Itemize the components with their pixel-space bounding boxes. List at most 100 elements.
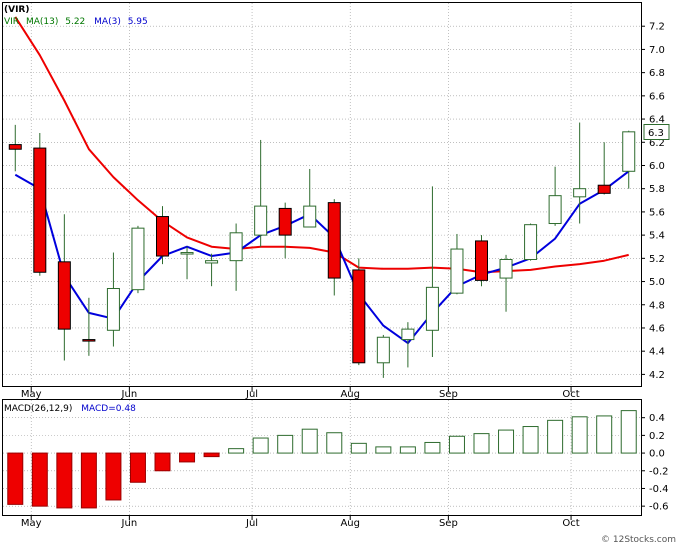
candle-down — [33, 132, 47, 276]
price-tick-label: 5.8 — [649, 184, 665, 195]
price-tick-label: 4.6 — [649, 323, 665, 334]
macd-bar — [375, 446, 392, 454]
price-tick-label: 4.8 — [649, 300, 665, 311]
macd-legend: MACD(26,12,9) MACD=0.48 — [4, 404, 136, 414]
macd-tick-label: -0.4 — [649, 484, 669, 495]
macd-bar — [252, 437, 269, 454]
month-label: Oct — [562, 389, 579, 400]
candle-body — [450, 248, 464, 294]
macd-tick-label: 0.4 — [649, 413, 665, 424]
candle-body — [205, 260, 219, 264]
price-tick-label: 7.2 — [649, 22, 665, 33]
price-tick-label: 4.4 — [649, 347, 665, 358]
macd-bar — [596, 415, 613, 454]
candle-body — [597, 184, 611, 194]
macd-bar — [80, 452, 97, 509]
price-tick-label: 7.0 — [649, 45, 665, 56]
candle-body — [327, 202, 341, 279]
macd-bar — [31, 452, 48, 507]
last-price-label: 6.3 — [648, 128, 664, 139]
month-label: Jul — [245, 389, 258, 400]
price-tick-label: 6.0 — [649, 161, 665, 172]
macd-bar — [228, 448, 245, 454]
price-tick-label: 5.6 — [649, 207, 665, 218]
legend-ma3-value: 5.95 — [128, 17, 148, 27]
macd-bar — [129, 452, 146, 483]
price-tick-label: 4.2 — [649, 370, 665, 381]
price-tick-label: 5.2 — [649, 254, 665, 265]
month-label: May — [21, 389, 42, 400]
macd-bar — [350, 442, 367, 454]
candle-up — [131, 225, 145, 294]
legend-ma3-label: MA(3) — [94, 17, 121, 27]
stock-chart: 4.24.44.64.85.05.25.45.65.86.06.26.46.66… — [0, 0, 680, 546]
macd-tick-label: 0.2 — [649, 431, 665, 442]
candle-body — [352, 269, 366, 364]
macd-bar — [7, 452, 24, 505]
macd-bar — [154, 452, 171, 472]
candle-body — [425, 286, 439, 331]
macd-bar — [571, 416, 588, 454]
macd-bar — [301, 428, 318, 454]
price-tick-label: 6.6 — [649, 91, 665, 102]
candle-up — [524, 223, 538, 261]
candle-body — [106, 288, 120, 331]
candle-body — [33, 147, 47, 273]
candle-down — [352, 258, 366, 366]
macd-tick-label: 0.0 — [649, 449, 665, 460]
candle-body — [622, 131, 636, 172]
macd-legend-value: MACD=0.48 — [81, 404, 136, 414]
macd-tick-label: -0.6 — [649, 502, 669, 513]
macd-bar — [277, 434, 294, 454]
macd-month-label: Oct — [562, 518, 579, 529]
candle-body — [303, 205, 317, 228]
macd-month-label: Jun — [121, 518, 138, 529]
macd-month-label: May — [21, 518, 42, 529]
candle-body — [82, 339, 96, 342]
macd-legend-label: MACD(26,12,9) — [4, 404, 72, 414]
legend-ma13-value: 5.22 — [65, 17, 85, 27]
candle-body — [229, 232, 243, 262]
candle-body — [57, 261, 71, 330]
macd-month-label: Sep — [439, 518, 458, 529]
candle-down — [475, 235, 488, 287]
macd-bar — [399, 446, 416, 454]
macd-bar — [522, 426, 539, 454]
candle-body — [524, 224, 538, 260]
macd-bar — [547, 419, 564, 454]
candle-body — [401, 328, 415, 341]
macd-tick-label: -0.2 — [649, 466, 669, 477]
macd-bar — [498, 429, 515, 454]
price-tick-label: 5.0 — [649, 277, 665, 288]
price-tick-label: 6.8 — [649, 68, 665, 79]
candle-body — [180, 252, 194, 255]
macd-bar — [473, 433, 490, 454]
macd-bar — [105, 452, 122, 501]
candle-body — [8, 144, 22, 150]
candle-body — [548, 195, 562, 225]
watermark: © 12Stocks.com — [601, 535, 676, 545]
month-label: Aug — [340, 389, 360, 400]
macd-bar — [326, 432, 343, 454]
macd-bar — [56, 452, 73, 509]
candle-body — [573, 188, 587, 198]
candle-body — [278, 207, 292, 236]
candle-body — [499, 258, 513, 279]
macd-month-label: Jul — [245, 518, 258, 529]
candle-body — [131, 227, 145, 291]
macd-bar — [620, 410, 637, 454]
legend-symbol: VIR — [4, 17, 19, 27]
macd-bar — [203, 452, 220, 458]
month-label: Jun — [121, 389, 138, 400]
candle-body — [156, 216, 169, 257]
chart-title: (VIR) — [4, 5, 29, 15]
macd-bar — [179, 452, 196, 463]
price-tick-label: 5.4 — [649, 231, 665, 242]
candle-body — [376, 336, 390, 364]
legend-ma13-label: MA(13) — [26, 17, 58, 27]
macd-month-label: Aug — [340, 518, 360, 529]
candle-body — [254, 205, 268, 236]
price-tick-label: 6.4 — [649, 115, 665, 126]
candle-body — [475, 240, 488, 281]
macd-bar — [448, 435, 465, 454]
